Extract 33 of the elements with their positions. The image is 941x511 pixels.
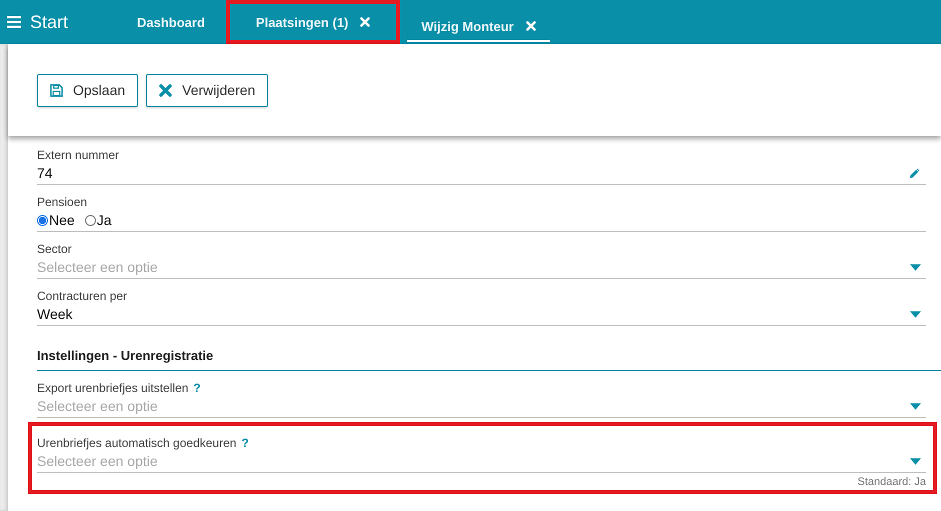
help-icon[interactable]: ? (193, 381, 201, 395)
field-label: Urenbriefjes automatisch goedkeuren (37, 436, 236, 450)
radio-button[interactable] (84, 214, 96, 226)
dropdown-field[interactable]: Selecteer een optie (37, 450, 926, 473)
caret-icon (910, 458, 921, 464)
tab[interactable]: Dashboard (123, 2, 219, 42)
dropdown-field[interactable]: Selecteer een optie (37, 256, 926, 279)
caret-icon (910, 310, 921, 318)
tab[interactable]: Wijzig Monteur (407, 12, 550, 42)
close-icon[interactable] (360, 17, 370, 27)
radio-option[interactable]: Nee (37, 212, 75, 228)
field-label: Sector (37, 242, 72, 256)
field-label: Contracturen per (37, 289, 128, 303)
menu-icon (7, 16, 21, 28)
dropdown-field[interactable]: Selecteer een optie (37, 395, 926, 418)
dropdown-field[interactable]: Week (37, 303, 926, 326)
default-note: Standaard: Ja (858, 476, 926, 488)
start-menu-button[interactable]: Start (0, 0, 120, 44)
save-button[interactable]: Opslaan (37, 74, 138, 106)
caret-icon (910, 402, 921, 410)
help-icon[interactable]: ? (241, 436, 249, 450)
field-label: Extern nummer (37, 148, 120, 162)
cross-icon (159, 84, 172, 96)
radio-button[interactable] (37, 214, 48, 226)
delete-button[interactable]: Verwijderen (146, 74, 268, 106)
field-label: Export urenbriefjes uitstellen (37, 381, 188, 395)
section-heading: Instellingen - Urenregistratie (37, 348, 214, 363)
input-field[interactable]: 74 (37, 162, 926, 185)
close-icon[interactable] (526, 21, 536, 31)
pencil-icon[interactable] (908, 166, 921, 180)
field-label: Pensioen (37, 195, 88, 209)
radio-option[interactable]: Ja (84, 212, 112, 228)
caret-icon (910, 264, 921, 270)
